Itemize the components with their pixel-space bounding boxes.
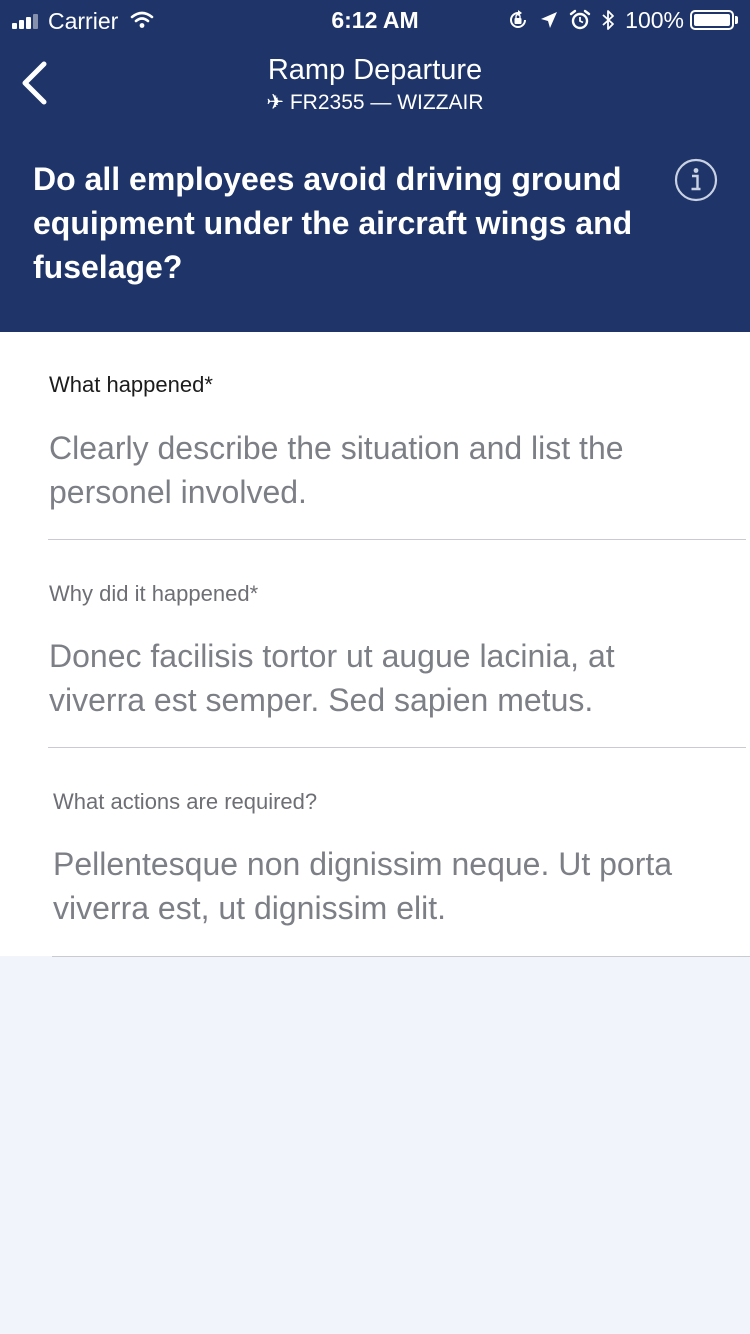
bluetooth-icon bbox=[601, 9, 615, 31]
header: Carrier 6:12 AM 100% Ramp Departure ✈ FR… bbox=[0, 0, 750, 332]
nav-title: Ramp Departure bbox=[267, 54, 483, 86]
why-happened-label: Why did it happened* bbox=[49, 581, 259, 606]
report-form: What happened* Clearly describe the situ… bbox=[0, 332, 750, 957]
battery-icon bbox=[690, 10, 734, 30]
divider bbox=[48, 747, 746, 748]
orientation-lock-icon bbox=[507, 9, 529, 31]
actions-required-input[interactable]: Pellentesque non dignissim neque. Ut por… bbox=[53, 842, 703, 930]
why-happened-input[interactable]: Donec facilisis tortor ut augue lacinia,… bbox=[49, 634, 699, 722]
battery-level bbox=[694, 14, 730, 26]
nav-subtitle: ✈ FR2355 — WIZZAIR bbox=[266, 91, 484, 114]
status-bar: Carrier 6:12 AM 100% bbox=[0, 0, 750, 40]
question-text: Do all employees avoid driving ground eq… bbox=[33, 161, 633, 285]
divider bbox=[48, 539, 746, 540]
battery-percent: 100% bbox=[625, 6, 684, 33]
location-arrow-icon bbox=[539, 10, 559, 30]
what-happened-label: What happened* bbox=[49, 372, 213, 397]
status-right: 100% bbox=[497, 6, 738, 34]
what-happened-input[interactable]: Clearly describe the situation and list … bbox=[49, 426, 699, 514]
divider bbox=[52, 956, 750, 957]
info-button[interactable] bbox=[674, 158, 718, 202]
alarm-icon bbox=[569, 9, 591, 31]
battery-tip bbox=[735, 16, 738, 24]
actions-required-label: What actions are required? bbox=[53, 789, 318, 814]
info-icon bbox=[674, 158, 718, 206]
